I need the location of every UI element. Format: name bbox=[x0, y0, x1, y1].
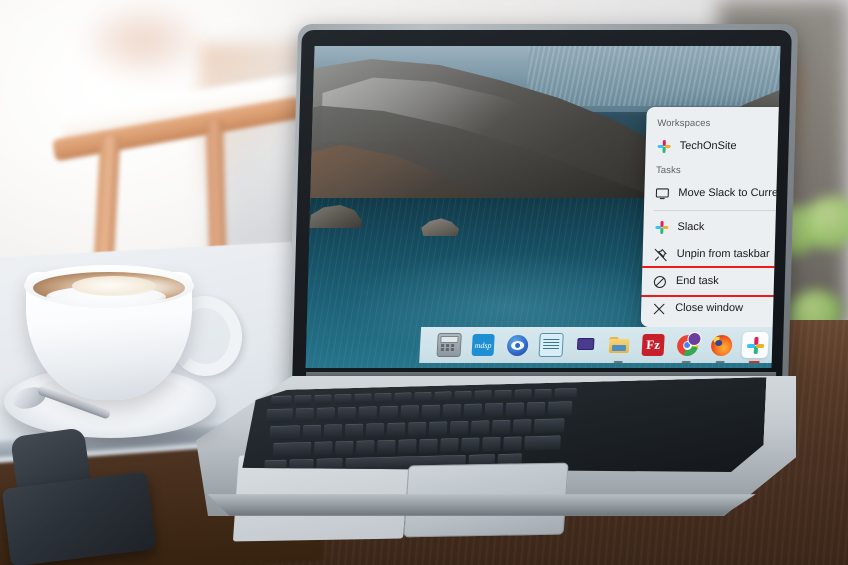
notepad-icon bbox=[538, 333, 564, 357]
taskbar-item-firefox[interactable] bbox=[707, 332, 734, 363]
running-indicator bbox=[681, 360, 691, 363]
menu-item-label: Unpin from taskbar bbox=[676, 248, 770, 261]
active-indicator bbox=[748, 360, 760, 363]
taskbar-item-remote-desktop[interactable] bbox=[571, 332, 598, 358]
taskbar[interactable]: mdsp Fz bbox=[419, 327, 781, 363]
chrome-icon bbox=[676, 331, 702, 356]
menu-item-close-window[interactable]: Close window bbox=[641, 295, 781, 322]
laptop: Workspaces TechOnSite Tasks Move Slack t… bbox=[196, 24, 799, 554]
background-blur-blob bbox=[78, 0, 208, 82]
laptop-front-edge bbox=[207, 494, 756, 516]
end-task-highlight-wrapper: End task bbox=[640, 266, 781, 297]
wallpaper-distant-sea bbox=[527, 46, 781, 106]
taskbar-item-chrome[interactable] bbox=[673, 331, 702, 363]
menu-item-label: Move Slack to Current Display bbox=[678, 187, 781, 200]
filezilla-icon: Fz bbox=[641, 334, 665, 356]
menu-item-label: TechOnSite bbox=[679, 140, 737, 153]
menu-item-move-slack-to-current-display[interactable]: Move Slack to Current Display bbox=[644, 180, 780, 207]
menu-item-label: Close window bbox=[675, 302, 744, 315]
taskbar-item-browser[interactable] bbox=[503, 332, 530, 358]
menu-item-unpin-from-taskbar[interactable]: Unpin from taskbar bbox=[642, 241, 780, 268]
remote-desktop-icon bbox=[574, 334, 597, 356]
mdsp-app-icon: mdsp bbox=[471, 334, 495, 356]
calculator-icon bbox=[436, 333, 462, 357]
context-menu-header-workspaces: Workspaces bbox=[657, 118, 711, 129]
photo-scene: Workspaces TechOnSite Tasks Move Slack t… bbox=[0, 0, 848, 565]
taskbar-context-menu[interactable]: Workspaces TechOnSite Tasks Move Slack t… bbox=[640, 107, 781, 327]
slack-icon bbox=[656, 140, 671, 154]
slack-icon bbox=[654, 221, 668, 235]
taskbar-item-slack[interactable] bbox=[741, 332, 769, 363]
menu-item-end-task[interactable]: End task bbox=[642, 268, 781, 295]
laptop-screen: Workspaces TechOnSite Tasks Move Slack t… bbox=[305, 46, 781, 368]
smartphone bbox=[1, 471, 157, 565]
monitor-icon bbox=[655, 187, 669, 201]
taskbar-item-calculator[interactable] bbox=[435, 332, 462, 358]
browser-circle-icon bbox=[506, 334, 529, 356]
taskbar-item-mdsp[interactable]: mdsp bbox=[469, 332, 496, 358]
running-indicator bbox=[613, 360, 623, 363]
taskbar-item-filezilla[interactable]: Fz bbox=[639, 332, 666, 358]
menu-item-techonsite[interactable]: TechOnSite bbox=[645, 133, 780, 160]
menu-item-slack[interactable]: Slack bbox=[643, 214, 780, 241]
menu-item-label: End task bbox=[675, 275, 719, 288]
taskbar-item-file-explorer[interactable] bbox=[605, 332, 632, 363]
menu-separator bbox=[653, 210, 781, 211]
close-icon bbox=[652, 302, 666, 316]
foam-highlight bbox=[72, 276, 156, 296]
running-indicator bbox=[715, 360, 725, 363]
taskbar-app-list: mdsp Fz bbox=[435, 331, 769, 363]
slack-icon bbox=[746, 336, 764, 354]
context-menu-header-tasks: Tasks bbox=[655, 165, 681, 176]
unpin-icon bbox=[653, 248, 667, 262]
menu-item-label: Slack bbox=[677, 221, 705, 234]
taskbar-item-notepad[interactable] bbox=[537, 332, 564, 358]
firefox-icon bbox=[710, 334, 733, 356]
end-task-icon bbox=[653, 275, 667, 289]
file-explorer-icon bbox=[608, 334, 631, 356]
